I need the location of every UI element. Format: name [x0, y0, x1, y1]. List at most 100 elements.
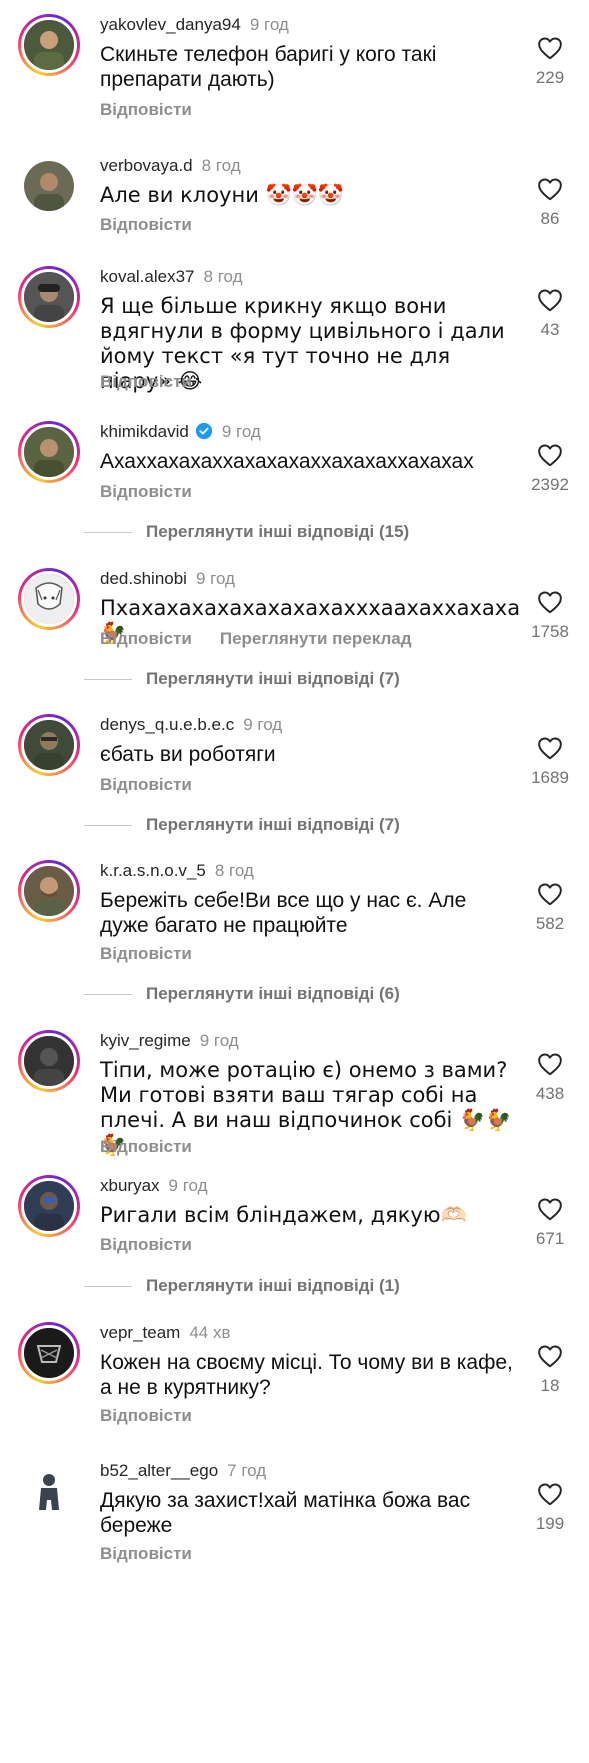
comment-username[interactable]: kyiv_regime [100, 1031, 191, 1050]
view-more-replies-label: Переглянути інші відповіді (6) [146, 984, 400, 1003]
avatar[interactable] [18, 568, 80, 630]
divider [84, 1286, 132, 1288]
comment-text: Але ви клоуни 🤡🤡🤡 [100, 183, 344, 207]
like-count: 43 [540, 320, 560, 339]
heart-icon [538, 883, 562, 906]
avatar[interactable] [18, 1030, 80, 1092]
comment-text: Бережіть себе!Ви все що у нас є. Але дуж… [100, 889, 467, 937]
heart-icon [538, 1053, 562, 1076]
view-more-replies-label: Переглянути інші відповіді (7) [146, 669, 400, 688]
reply-button[interactable]: Відповісти [100, 944, 192, 963]
divider [84, 679, 132, 681]
divider [84, 994, 132, 996]
avatar[interactable] [18, 714, 80, 776]
comment-username[interactable]: b52_alter__ego [100, 1461, 218, 1480]
heart-icon [538, 591, 562, 614]
reply-button[interactable]: Відповісти [100, 215, 192, 234]
like-count: 671 [535, 1229, 565, 1248]
comment-time: 9 год [168, 1176, 208, 1195]
comment-text: Кожен на своєму місці. То чому ви в кафе… [100, 1351, 513, 1399]
avatar[interactable] [18, 1460, 80, 1522]
divider [84, 532, 132, 534]
like-count: 438 [535, 1084, 565, 1103]
like-button[interactable]: 43 [528, 288, 572, 340]
like-count: 199 [535, 1514, 565, 1533]
view-more-replies-label: Переглянути інші відповіді (15) [146, 522, 410, 541]
comment-time: 7 год [227, 1461, 267, 1480]
like-count: 582 [535, 914, 565, 933]
comment-username[interactable]: verbovaya.d [100, 156, 193, 175]
comment-username[interactable]: khimikdavid [100, 422, 189, 441]
heart-icon [538, 737, 562, 760]
like-count: 229 [535, 68, 565, 87]
comment-text: Дякую за захист!хай матінка божа вас бер… [100, 1489, 471, 1537]
heart-icon [538, 1345, 562, 1368]
like-button[interactable]: 86 [528, 177, 572, 229]
like-button[interactable]: 438 [528, 1052, 572, 1104]
avatar[interactable] [18, 1175, 80, 1237]
like-count: 1758 [531, 622, 569, 641]
comment-time: 9 год [195, 569, 235, 588]
view-more-replies[interactable]: Переглянути інші відповіді (15) [84, 522, 409, 542]
heart-icon [538, 1198, 562, 1221]
heart-icon [538, 1483, 562, 1506]
like-button[interactable]: 199 [528, 1482, 572, 1534]
like-button[interactable]: 582 [528, 882, 572, 934]
view-more-replies-label: Переглянути інші відповіді (7) [146, 815, 400, 834]
like-button[interactable]: 1689 [528, 736, 572, 788]
comment-text: Скиньте телефон баригі у кого такі препа… [100, 43, 437, 91]
avatar[interactable] [18, 421, 80, 483]
like-button[interactable]: 18 [528, 1344, 572, 1396]
reply-button[interactable]: Відповісти [100, 1137, 192, 1156]
comment-text: єбать ви роботяги [100, 743, 276, 766]
comment-time: 9 год [249, 15, 289, 34]
avatar[interactable] [18, 266, 80, 328]
like-button[interactable]: 2392 [528, 443, 572, 495]
like-count: 1689 [531, 768, 569, 787]
comment-username[interactable]: ded.shinobi [100, 569, 187, 588]
reply-button[interactable]: Відповісти [100, 482, 192, 501]
reply-button[interactable]: Відповісти [100, 372, 192, 391]
avatar[interactable] [18, 14, 80, 76]
like-count: 18 [540, 1376, 560, 1395]
comment-username[interactable]: vepr_team [100, 1323, 180, 1342]
heart-icon [538, 178, 562, 201]
comment-username[interactable]: koval.alex37 [100, 267, 195, 286]
comment-time: 8 год [203, 267, 243, 286]
like-count: 2392 [531, 475, 569, 494]
view-more-replies[interactable]: Переглянути інші відповіді (6) [84, 984, 400, 1004]
heart-icon [538, 444, 562, 467]
verified-badge-icon [195, 422, 212, 440]
reply-button[interactable]: Відповісти [100, 1406, 192, 1425]
view-more-replies[interactable]: Переглянути інші відповіді (7) [84, 815, 400, 835]
divider [84, 825, 132, 827]
like-button[interactable]: 229 [528, 36, 572, 88]
view-more-replies-label: Переглянути інші відповіді (1) [146, 1276, 400, 1295]
reply-button[interactable]: Відповісти [100, 1235, 192, 1254]
comment-text: Ахаххахахаххахахахаххахахаххахахах [100, 450, 474, 473]
comment-time: 8 год [201, 156, 241, 175]
reply-button[interactable]: Відповісти [100, 629, 192, 648]
comment-time: 9 год [199, 1031, 239, 1050]
reply-button[interactable]: Відповісти [100, 100, 192, 119]
comment-username[interactable]: k.r.a.s.n.o.v_5 [100, 861, 206, 880]
reply-button[interactable]: Відповісти [100, 1544, 192, 1563]
like-button[interactable]: 671 [528, 1197, 572, 1249]
comment-time: 44 хв [189, 1323, 231, 1342]
comment-username[interactable]: xburyax [100, 1176, 160, 1195]
view-more-replies[interactable]: Переглянути інші відповіді (7) [84, 669, 400, 689]
avatar[interactable] [18, 1322, 80, 1384]
avatar[interactable] [18, 860, 80, 922]
comment-time: 9 год [221, 422, 261, 441]
like-button[interactable]: 1758 [528, 590, 572, 642]
comment-time: 8 год [214, 861, 254, 880]
like-count: 86 [540, 209, 560, 228]
comment-username[interactable]: yakovlev_danya94 [100, 15, 241, 34]
heart-icon [538, 289, 562, 312]
see-translation-button[interactable]: Переглянути переклад [220, 629, 412, 648]
heart-icon [538, 37, 562, 60]
view-more-replies[interactable]: Переглянути інші відповіді (1) [84, 1276, 400, 1296]
comment-username[interactable]: denys_q.u.e.b.e.c [100, 715, 234, 734]
avatar[interactable] [18, 155, 80, 217]
reply-button[interactable]: Відповісти [100, 775, 192, 794]
